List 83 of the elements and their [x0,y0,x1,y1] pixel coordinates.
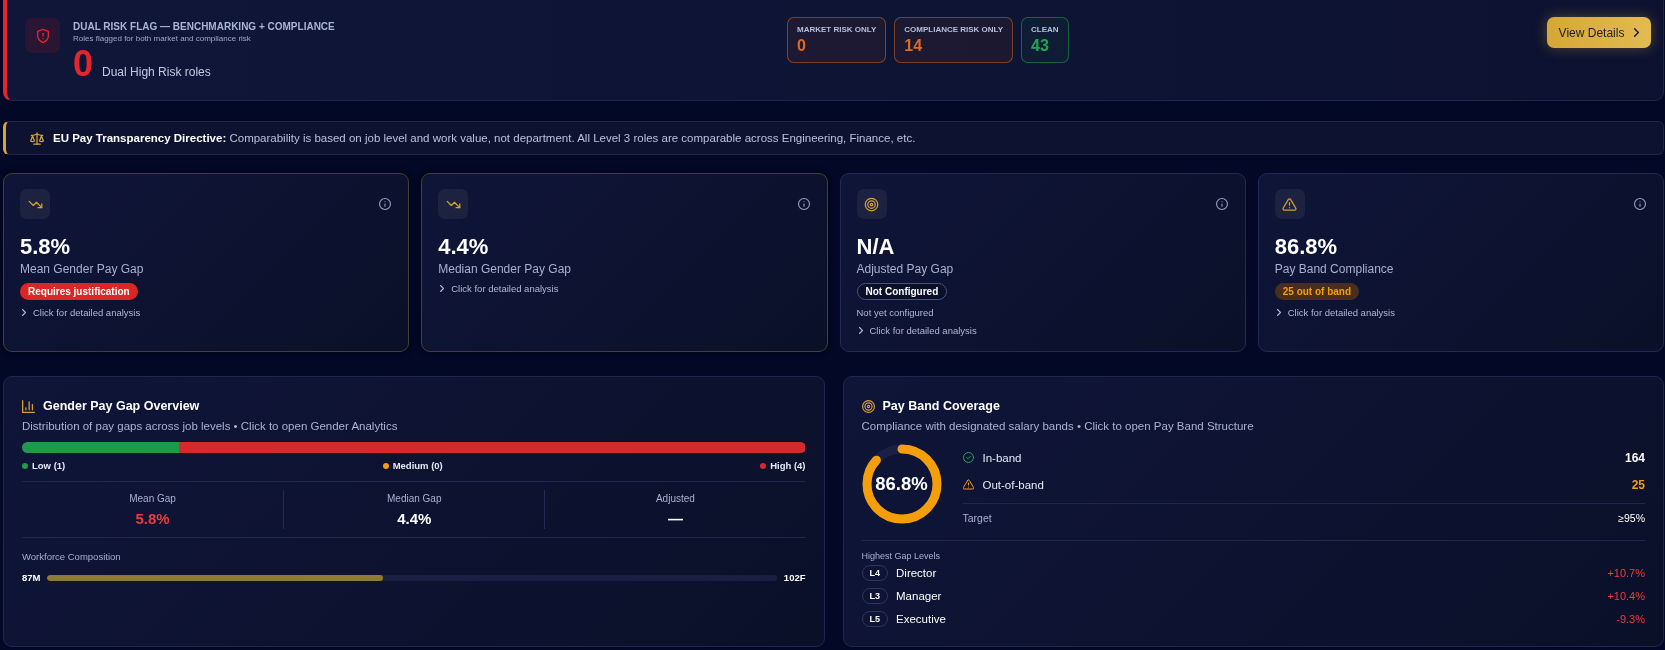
level-name: Executive [896,612,946,625]
risk-count-label: Dual High Risk roles [102,65,211,79]
kpi-value: 5.8% [20,234,71,261]
stat-label: Adjusted [655,493,695,504]
chevron-icon [858,327,863,335]
info-icon[interactable] [1634,198,1646,210]
pill-value: 43 [1031,38,1050,54]
stat-value: 5.8% [135,510,170,527]
level-name: Manager [896,589,942,602]
pill-label: CLEAN [1031,25,1059,34]
level-gap-value: -9.3% [1616,612,1645,625]
view-details-button[interactable]: View Details [1547,17,1651,48]
chevron-icon [22,309,26,317]
chevron-icon [1634,28,1640,37]
stat-label: Median Gap [387,493,442,504]
target-label: Target [962,512,992,524]
panel-subtitle: Compliance with designated salary bands • Click to open Pay Band Structure [861,420,1255,432]
trend-down-icon [438,189,469,219]
trend-down-icon [20,189,50,219]
kpi-card[interactable]: N/A Adjusted Pay Gap Not Configured Not yet configured Click for detailed analysis [839,173,1246,353]
stat-label: Mean Gap [129,493,176,504]
kpi-card[interactable]: 86.8% Pay Band Compliance 25 out of band Click for detailed analysis [1257,173,1664,353]
kpi-card[interactable]: 4.4% Median Gender Pay Gap Click for detailed analysis [421,173,828,353]
band-row-value: 164 [1624,450,1645,465]
level-name: Director [896,566,937,579]
status-badge: Not Configured [856,283,948,301]
legend-label: Medium (0) [392,460,443,471]
kpi-label: Adjusted Pay Gap [856,262,954,277]
pill-value: 14 [904,38,924,54]
warning-icon [1274,189,1305,219]
target-icon [861,399,875,413]
scale-icon [30,131,44,145]
bar-chart-icon [22,399,35,413]
pill-label: COMPLIANCE RISK ONLY [904,25,1004,34]
risk-count: 0 [73,46,94,82]
stat-value: — [667,510,683,527]
levels-title: Highest Gap Levels [861,540,1645,561]
detail-link[interactable]: Click for detailed analysis [20,307,141,319]
female-count: 102F [783,572,806,583]
kpi-label: Median Gender Pay Gap [438,262,571,277]
status-badge: 25 out of band [1274,283,1360,301]
stat-value: 4.4% [397,510,432,527]
band-row-label: In-band [982,451,1022,464]
notice-text: EU Pay Transparency Directive: Comparability is based on job level and work value, not department. All Level 3 roles are comparable across Engineering, Finance, etc. [53,132,916,144]
band-row-label: Out-of-band [982,478,1044,491]
target-value: ≥95% [1618,512,1645,524]
detail-link[interactable]: Click for detailed analysis [438,283,559,295]
info-icon[interactable] [797,198,810,210]
panel-title: Gender Pay Gap Overview [43,399,200,413]
legend-label: Low (1) [32,460,66,471]
panel-subtitle: Distribution of pay gaps across job levels • Click to open Gender Analytics [22,420,399,432]
detail-link[interactable]: Click for detailed analysis [856,325,977,337]
info-icon[interactable] [379,198,392,210]
pill-label: MARKET RISK ONLY [797,25,877,34]
warning-icon [962,479,974,490]
flag-title: DUAL RISK FLAG — BENCHMARKING + COMPLIANCE [73,21,335,32]
panel-title: Pay Band Coverage [882,399,1000,413]
band-row-value: 25 [1631,477,1645,492]
kpi-label: Pay Band Compliance [1274,262,1394,277]
kpi-note: Not yet configured [856,307,934,319]
level-gap-value: +10.7% [1607,566,1645,579]
gender-gap-panel[interactable]: Gender Pay Gap Overview Distribution of pay gaps across job levels • Click to open Gender Analytics Low (1) Medium (0) High (4) Mean Gap 5.8% Median Gap 4.4% Adjusted — Workforce Composition 87M 102F [3,376,825,647]
chevron-icon [1276,309,1281,317]
detail-link[interactable]: Click for detailed analysis [1274,307,1395,319]
male-count: 87M [22,572,41,583]
pill-value: 0 [797,38,807,54]
check-circle-icon [962,452,974,463]
legend-label: High (4) [770,460,806,471]
kpi-label: Mean Gender Pay Gap [20,262,144,277]
target-icon [856,189,887,219]
shield-alert-icon [25,18,60,53]
status-badge: Requires justification [20,283,138,301]
kpi-value: 86.8% [1274,234,1338,261]
ring-percentage: 86.8% [875,473,928,495]
kpi-value: 4.4% [438,234,489,261]
kpi-value: N/A [856,234,895,261]
level-gap-value: +10.4% [1607,589,1645,602]
info-icon[interactable] [1215,198,1228,210]
chevron-icon [440,285,445,293]
pay-band-panel[interactable] [842,376,1664,647]
flag-subtitle: Roles flagged for both market and compliance risk [73,34,252,43]
kpi-card[interactable]: 5.8% Mean Gender Pay Gap Requires justification Click for detailed analysis [3,173,410,353]
workforce-label: Workforce Composition [22,551,122,562]
